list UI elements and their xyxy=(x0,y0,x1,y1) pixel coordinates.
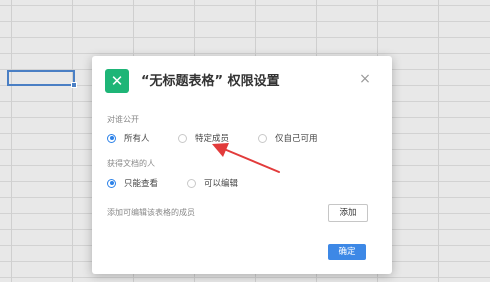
radio-view-only-label: 只能查看 xyxy=(124,179,159,189)
dialog-title: “无标题表格” 权限设置 xyxy=(141,74,280,89)
sheet-app-icon: ✕ xyxy=(105,69,129,93)
radio-specific-members[interactable]: 特定成员 xyxy=(178,132,229,144)
radio-view-only[interactable]: 只能查看 xyxy=(107,177,158,189)
radio-everyone-label: 所有人 xyxy=(124,134,150,144)
close-button[interactable]: × xyxy=(354,68,376,90)
radio-everyone[interactable]: 所有人 xyxy=(107,132,150,144)
visibility-label: 对谁公开 xyxy=(107,115,139,124)
radio-can-edit-label: 可以编辑 xyxy=(204,179,239,189)
fill-handle[interactable] xyxy=(71,82,77,88)
radio-specific-members-label: 特定成员 xyxy=(195,134,230,144)
radio-only-me-label: 仅自己可用 xyxy=(275,134,318,144)
radio-button-icon xyxy=(258,133,267,143)
confirm-button[interactable]: 确定 xyxy=(328,244,366,260)
add-members-hint: 添加可编辑该表格的成员 xyxy=(107,208,195,217)
radio-button-icon xyxy=(178,133,187,143)
radio-can-edit[interactable]: 可以编辑 xyxy=(187,177,238,189)
radio-button-checked-icon xyxy=(107,133,116,143)
radio-only-me[interactable]: 仅自己可用 xyxy=(258,132,318,144)
access-label: 获得文档的人 xyxy=(107,159,155,168)
radio-button-checked-icon xyxy=(107,178,116,188)
radio-button-icon xyxy=(187,178,196,188)
selected-cell[interactable] xyxy=(7,70,77,88)
permission-dialog: ✕ “无标题表格” 权限设置 × 对谁公开 所有人 特定成员 仅自己可用 获得文… xyxy=(92,56,392,274)
add-member-button[interactable]: 添加 xyxy=(328,204,368,222)
